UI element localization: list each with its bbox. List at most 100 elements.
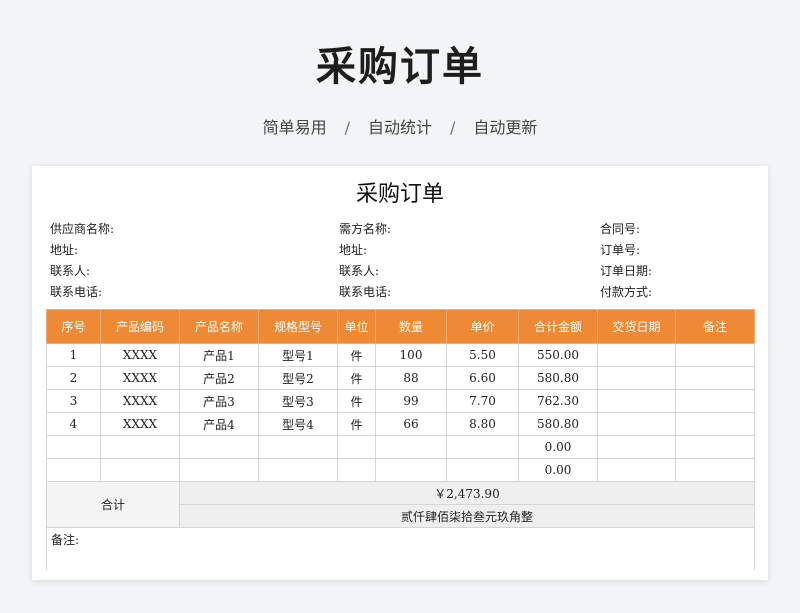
supplier-contact-field[interactable]: 联系人:	[50, 261, 114, 282]
supplier-phone-field[interactable]: 联系电话:	[50, 282, 114, 303]
table-cell[interactable]: 件	[337, 366, 376, 390]
column-header[interactable]: 产品名称	[179, 309, 259, 344]
table-cell[interactable]	[258, 458, 338, 482]
table-cell[interactable]: 100	[375, 343, 447, 367]
column-header[interactable]: 合计金额	[518, 309, 598, 344]
table-cell[interactable]	[597, 343, 676, 367]
table-cell[interactable]: 件	[337, 343, 376, 367]
column-header[interactable]: 单价	[446, 309, 519, 344]
table-cell[interactable]: 产品2	[179, 366, 259, 390]
table-cell[interactable]: XXXX	[100, 343, 180, 367]
table-cell[interactable]	[46, 458, 101, 482]
table-cell[interactable]	[597, 389, 676, 413]
table-cell[interactable]	[675, 343, 755, 367]
subtitle-separator: /	[450, 118, 456, 137]
table-cell[interactable]	[675, 435, 755, 459]
table-cell[interactable]: 550.00	[518, 343, 598, 367]
table-cell[interactable]	[675, 412, 755, 436]
buyer-phone-field[interactable]: 联系电话:	[339, 282, 391, 303]
remarks-field[interactable]: 备注:	[46, 527, 755, 570]
table-cell[interactable]	[375, 458, 447, 482]
table-cell[interactable]: XXXX	[100, 389, 180, 413]
column-header[interactable]: 数量	[375, 309, 447, 344]
order-date-field[interactable]: 订单日期:	[600, 261, 652, 282]
buyer-contact-field[interactable]: 联系人:	[339, 261, 391, 282]
table-cell[interactable]	[675, 458, 755, 482]
column-header[interactable]: 备注	[675, 309, 755, 344]
table-cell[interactable]: 1	[46, 343, 101, 367]
buyer-address-field[interactable]: 地址:	[339, 240, 391, 261]
table-row: 2 XXXX 产品2 型号2 件 88 6.60 580.80	[46, 366, 755, 390]
table-cell[interactable]: 580.80	[518, 412, 598, 436]
table-cell[interactable]: 8.80	[446, 412, 519, 436]
contract-number-field[interactable]: 合同号:	[600, 219, 652, 240]
total-row: 合计 ￥2,473.90	[46, 481, 755, 528]
table-cell[interactable]: 88	[375, 366, 447, 390]
table-cell[interactable]: 7.70	[446, 389, 519, 413]
column-header[interactable]: 交货日期	[597, 309, 676, 344]
buyer-name-field[interactable]: 需方名称:	[339, 219, 391, 240]
table-cell[interactable]: 产品1	[179, 343, 259, 367]
table-cell[interactable]: 2	[46, 366, 101, 390]
subtitle-separator: /	[344, 118, 350, 137]
order-table: 序号 产品编码 产品名称 规格型号 单位 数量 单价 合计金额 交货日期 备注 …	[46, 309, 755, 570]
column-header[interactable]: 单位	[337, 309, 376, 344]
total-amount-uppercase[interactable]: 贰仟肆佰柒拾叁元玖角整	[179, 504, 755, 528]
table-cell[interactable]: 3	[46, 389, 101, 413]
table-cell[interactable]: 0.00	[518, 435, 598, 459]
table-cell[interactable]	[597, 366, 676, 390]
table-cell[interactable]	[446, 435, 519, 459]
table-cell[interactable]	[100, 458, 180, 482]
table-cell[interactable]: 产品3	[179, 389, 259, 413]
order-meta-info: 合同号: 订单号: 订单日期: 付款方式:	[600, 219, 652, 303]
table-cell[interactable]	[46, 435, 101, 459]
total-amount[interactable]: ￥2,473.90	[179, 481, 755, 505]
table-cell[interactable]: 99	[375, 389, 447, 413]
table-cell[interactable]: 5.50	[446, 343, 519, 367]
table-cell[interactable]	[337, 458, 376, 482]
table-row: 3 XXXX 产品3 型号3 件 99 7.70 762.30	[46, 389, 755, 413]
order-number-field[interactable]: 订单号:	[600, 240, 652, 261]
order-sheet: 采购订单 供应商名称: 地址: 联系人: 联系电话: 需方名称: 地址: 联系人…	[32, 166, 768, 580]
table-cell[interactable]: 件	[337, 389, 376, 413]
table-cell[interactable]: 580.80	[518, 366, 598, 390]
table-cell[interactable]: 型号4	[258, 412, 338, 436]
table-cell[interactable]: 型号1	[258, 343, 338, 367]
table-cell[interactable]	[179, 435, 259, 459]
document-title: 采购订单	[355, 182, 444, 207]
table-cell[interactable]	[100, 435, 180, 459]
table-cell[interactable]	[597, 435, 676, 459]
table-cell[interactable]	[179, 458, 259, 482]
table-cell[interactable]: XXXX	[100, 366, 180, 390]
table-cell[interactable]: 0.00	[518, 458, 598, 482]
table-cell[interactable]: 件	[337, 412, 376, 436]
table-cell[interactable]: 762.30	[518, 389, 598, 413]
table-cell[interactable]: 4	[46, 412, 101, 436]
table-cell[interactable]	[446, 458, 519, 482]
table-cell[interactable]: 产品4	[179, 412, 259, 436]
supplier-address-field[interactable]: 地址:	[50, 240, 114, 261]
column-header[interactable]: 规格型号	[258, 309, 338, 344]
table-cell[interactable]	[597, 412, 676, 436]
buyer-info: 需方名称: 地址: 联系人: 联系电话:	[339, 219, 391, 303]
table-cell[interactable]	[675, 389, 755, 413]
table-cell[interactable]	[597, 458, 676, 482]
table-cell[interactable]: 型号3	[258, 389, 338, 413]
column-header[interactable]: 产品编码	[100, 309, 180, 344]
page-title: 采购订单	[316, 44, 484, 90]
supplier-name-field[interactable]: 供应商名称:	[50, 219, 114, 240]
subtitle-item-easy: 简单易用	[262, 118, 327, 137]
table-cell[interactable]	[375, 435, 447, 459]
table-header-row: 序号 产品编码 产品名称 规格型号 单位 数量 单价 合计金额 交货日期 备注	[46, 309, 755, 344]
table-cell[interactable]	[258, 435, 338, 459]
table-cell[interactable]: XXXX	[100, 412, 180, 436]
remarks-row: 备注:	[46, 527, 755, 570]
table-cell[interactable]: 型号2	[258, 366, 338, 390]
table-cell[interactable]: 6.60	[446, 366, 519, 390]
payment-method-field[interactable]: 付款方式:	[600, 282, 652, 303]
table-cell[interactable]	[675, 366, 755, 390]
table-cell[interactable]: 66	[375, 412, 447, 436]
column-header[interactable]: 序号	[46, 309, 101, 344]
table-cell[interactable]	[337, 435, 376, 459]
table-row: 4 XXXX 产品4 型号4 件 66 8.80 580.80	[46, 412, 755, 436]
